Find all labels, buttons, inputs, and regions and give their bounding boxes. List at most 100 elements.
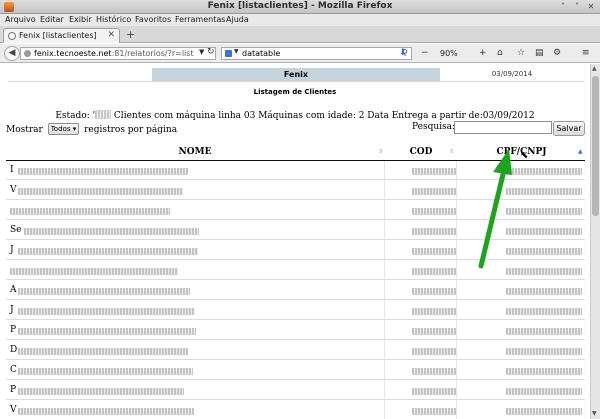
header-date: 03/09/2014 xyxy=(440,68,584,81)
table-search-input[interactable] xyxy=(454,121,552,134)
zoom-in-button[interactable]: + xyxy=(479,48,487,59)
scrollbar-thumb[interactable] xyxy=(592,76,599,216)
sort-asc-icon[interactable]: ▲ xyxy=(578,148,583,155)
bookmarks-menu-icon[interactable]: ▤ xyxy=(535,48,544,59)
page-content: Fenix 03/09/2014 Listagem de Clientes Es… xyxy=(0,64,590,419)
table-row[interactable]: A xyxy=(6,282,585,300)
row-cod-redacted xyxy=(412,408,456,415)
tab-close-icon[interactable]: ✕ xyxy=(107,30,115,40)
row-cpf-cnpj-redacted xyxy=(506,168,582,175)
col-header-nome[interactable]: NOME xyxy=(6,147,384,157)
zoom-out-button[interactable]: − xyxy=(421,48,429,59)
row-name-redacted xyxy=(18,408,194,415)
close-window-button[interactable]: ✕ xyxy=(586,2,596,12)
back-icon[interactable]: ◀ xyxy=(4,46,20,61)
url-host: fenix.tecnoeste.net xyxy=(34,49,112,58)
length-control: Mostrar Todos ▾ registros por página xyxy=(6,123,177,135)
header-logo-area xyxy=(8,68,152,81)
row-name-redacted xyxy=(18,348,188,355)
page-scrollbar[interactable]: ▲ ▼ xyxy=(590,64,600,419)
hamburger-menu-icon[interactable]: ≡ xyxy=(582,48,590,59)
window-title: Fenix [listaclientes] - Mozilla Firefox xyxy=(207,1,393,11)
sort-icon[interactable]: ⇕ xyxy=(378,148,383,155)
search-bar[interactable]: ▼ datatable ⚲ xyxy=(221,47,412,60)
table-row[interactable]: I xyxy=(6,162,585,180)
row-cpf-cnpj-redacted xyxy=(506,208,582,215)
search-label: Pesquisa: xyxy=(412,122,456,132)
sort-icon[interactable]: ⇕ xyxy=(449,148,454,155)
nav-toolbar: ◀ fenix.tecnoeste.net:81/relatorios/?r=l… xyxy=(0,44,600,63)
row-cpf-cnpj-redacted xyxy=(506,408,582,415)
scroll-up-icon[interactable]: ▲ xyxy=(592,65,597,72)
tab-strip: Fenix [listaclientes] ✕ xyxy=(0,26,600,43)
table-row[interactable]: C xyxy=(6,362,585,380)
menu-ferramentas[interactable]: Ferramentas xyxy=(175,14,225,26)
url-text[interactable]: fenix.tecnoeste.net:81/relatorios/?r=lis… xyxy=(34,49,194,58)
table-row[interactable] xyxy=(6,202,585,220)
table-row[interactable]: Se xyxy=(6,222,585,240)
table-row[interactable]: V xyxy=(6,182,585,200)
search-engine-dropdown-icon[interactable]: ▼ xyxy=(234,48,239,55)
row-cod-redacted xyxy=(412,388,456,395)
app-title: Fenix xyxy=(152,68,440,81)
maximize-button[interactable]: ˅ xyxy=(572,2,582,12)
site-identity-icon[interactable] xyxy=(24,50,31,57)
tab-fenix[interactable]: Fenix [listaclientes] ✕ xyxy=(3,28,120,43)
row-cod-redacted xyxy=(412,188,456,195)
table-row[interactable]: V xyxy=(6,402,585,419)
filter-prefix: Estado: ' xyxy=(55,111,96,121)
table-row[interactable]: D xyxy=(6,342,585,360)
filter-description: Estado: ' Clientes com máquina linha 03 … xyxy=(0,110,590,121)
addons-icon[interactable]: ⚙ xyxy=(553,48,561,59)
row-name-redacted xyxy=(24,228,199,235)
row-cod-redacted xyxy=(412,308,456,315)
url-bar[interactable]: fenix.tecnoeste.net:81/relatorios/?r=lis… xyxy=(20,47,216,60)
report-title: Listagem de Clientes xyxy=(253,88,337,96)
row-name-initial: J xyxy=(10,245,14,255)
new-tab-button[interactable]: + xyxy=(126,28,135,41)
row-cpf-cnpj-redacted xyxy=(506,308,582,315)
row-cod-redacted xyxy=(412,208,456,215)
row-name-initial: V xyxy=(10,405,17,415)
col-header-cod[interactable]: COD xyxy=(386,147,456,157)
zoom-level[interactable]: 90% xyxy=(440,49,458,58)
menu-arquivo[interactable]: Arquivo xyxy=(5,14,36,26)
menu-exibir[interactable]: Exibir xyxy=(69,14,92,26)
show-label: Mostrar xyxy=(6,125,43,135)
row-name-redacted xyxy=(18,308,194,315)
mouse-cursor-icon: ⬉ xyxy=(520,150,529,161)
table-row[interactable]: J xyxy=(6,242,585,260)
url-history-dropdown-icon[interactable]: ▼ xyxy=(199,48,204,56)
menu-ajuda[interactable]: Ajuda xyxy=(226,14,249,26)
window-titlebar: Fenix [listaclientes] - Mozilla Firefox … xyxy=(0,0,600,14)
reload-icon[interactable]: ↻ xyxy=(207,47,215,57)
table-row[interactable]: P xyxy=(6,322,585,340)
table-row[interactable]: P xyxy=(6,382,585,400)
menu-bar: Arquivo Editar Exibir Histórico Favorito… xyxy=(0,14,600,26)
row-name-redacted xyxy=(18,288,190,295)
row-name-initial: D xyxy=(10,345,18,355)
row-cpf-cnpj-redacted xyxy=(506,268,582,275)
menu-editar[interactable]: Editar xyxy=(40,14,64,26)
row-cpf-cnpj-redacted xyxy=(506,228,582,235)
page-length-select[interactable]: Todos ▾ xyxy=(47,123,80,135)
table-row[interactable]: J xyxy=(6,302,585,320)
menu-historico[interactable]: Histórico xyxy=(96,14,131,26)
search-bar-text[interactable]: datatable xyxy=(242,49,280,58)
url-path: :81/relatorios/?r=listaclien xyxy=(111,49,194,58)
row-cod-redacted xyxy=(412,268,456,275)
save-button[interactable]: Salvar xyxy=(553,121,585,136)
row-cpf-cnpj-redacted xyxy=(506,388,582,395)
home-icon[interactable]: ⌂ xyxy=(497,48,503,59)
scroll-down-icon[interactable]: ▼ xyxy=(592,410,597,417)
download-icon[interactable]: ⬇ xyxy=(399,48,407,59)
filter-suffix: Clientes com máquina linha 03 Máquinas c… xyxy=(111,111,535,121)
bookmark-star-icon[interactable]: ☆ xyxy=(517,48,525,59)
row-name-initial: I xyxy=(10,165,14,175)
minimize-button[interactable]: ˄ xyxy=(558,2,568,12)
menu-favoritos[interactable]: Favoritos xyxy=(135,14,171,26)
row-name-redacted xyxy=(18,168,188,175)
table-row[interactable] xyxy=(6,262,585,280)
row-name-redacted xyxy=(18,328,196,335)
search-engine-icon[interactable] xyxy=(225,50,232,57)
